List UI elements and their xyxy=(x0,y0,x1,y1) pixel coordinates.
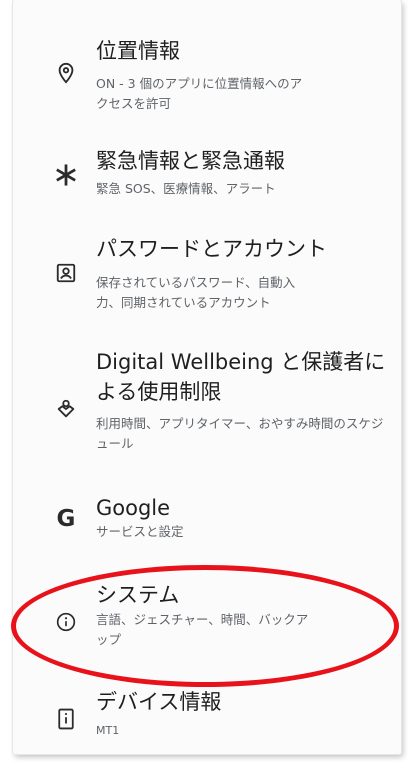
location-pin-icon xyxy=(51,58,81,88)
item-subtitle: MT1 xyxy=(96,724,120,737)
digital-wellbeing-icon xyxy=(51,394,81,424)
emergency-item[interactable]: 緊急情報と緊急通報 緊急 SOS、医療情報、アラート xyxy=(13,140,401,210)
google-item[interactable]: G Google サービスと設定 xyxy=(13,492,401,552)
item-title: 緊急情報と緊急通報 xyxy=(96,149,285,173)
item-title: Digital Wellbeing と保護者による使用制限 xyxy=(96,350,386,404)
digital-wellbeing-item[interactable]: Digital Wellbeing と保護者による使用制限 利用時間、アプリタイ… xyxy=(13,345,401,470)
item-subtitle: サービスと設定 xyxy=(96,524,184,539)
device-info-item[interactable]: デバイス情報 MT1 xyxy=(13,686,401,746)
asterisk-icon xyxy=(51,160,81,190)
item-subtitle: 緊急 SOS、医療情報、アラート xyxy=(96,181,276,196)
account-box-icon xyxy=(51,258,81,288)
item-title: デバイス情報 xyxy=(96,690,222,714)
item-subtitle: 保存されているパスワード、自動入力、同期されているアカウント xyxy=(96,275,296,310)
item-title: Google xyxy=(96,496,171,520)
item-subtitle: 利用時間、アプリタイマー、おやすみ時間のスケジュール xyxy=(96,416,384,451)
location-item[interactable]: 位置情報 ON - 3 個のアプリに位置情報へのアクセスを許可 xyxy=(13,30,401,120)
passwords-accounts-item[interactable]: パスワードとアカウント 保存されているパスワード、自動入力、同期されているアカウ… xyxy=(13,228,401,318)
item-title: パスワードとアカウント xyxy=(96,237,327,261)
item-title: システム xyxy=(96,583,180,607)
item-subtitle: 言語、ジェスチャー、時間、バックアップ xyxy=(96,612,309,647)
google-g-icon: G xyxy=(56,505,76,532)
device-info-icon xyxy=(51,704,81,734)
item-title: 位置情報 xyxy=(96,39,180,63)
system-item[interactable]: システム 言語、ジェスチャー、時間、バックアップ xyxy=(13,577,401,657)
item-subtitle: ON - 3 個のアプリに位置情報へのアクセスを許可 xyxy=(96,76,303,111)
settings-list: 位置情報 ON - 3 個のアプリに位置情報へのアクセスを許可 緊急情報と緊急通… xyxy=(13,0,401,754)
info-icon xyxy=(51,607,81,637)
